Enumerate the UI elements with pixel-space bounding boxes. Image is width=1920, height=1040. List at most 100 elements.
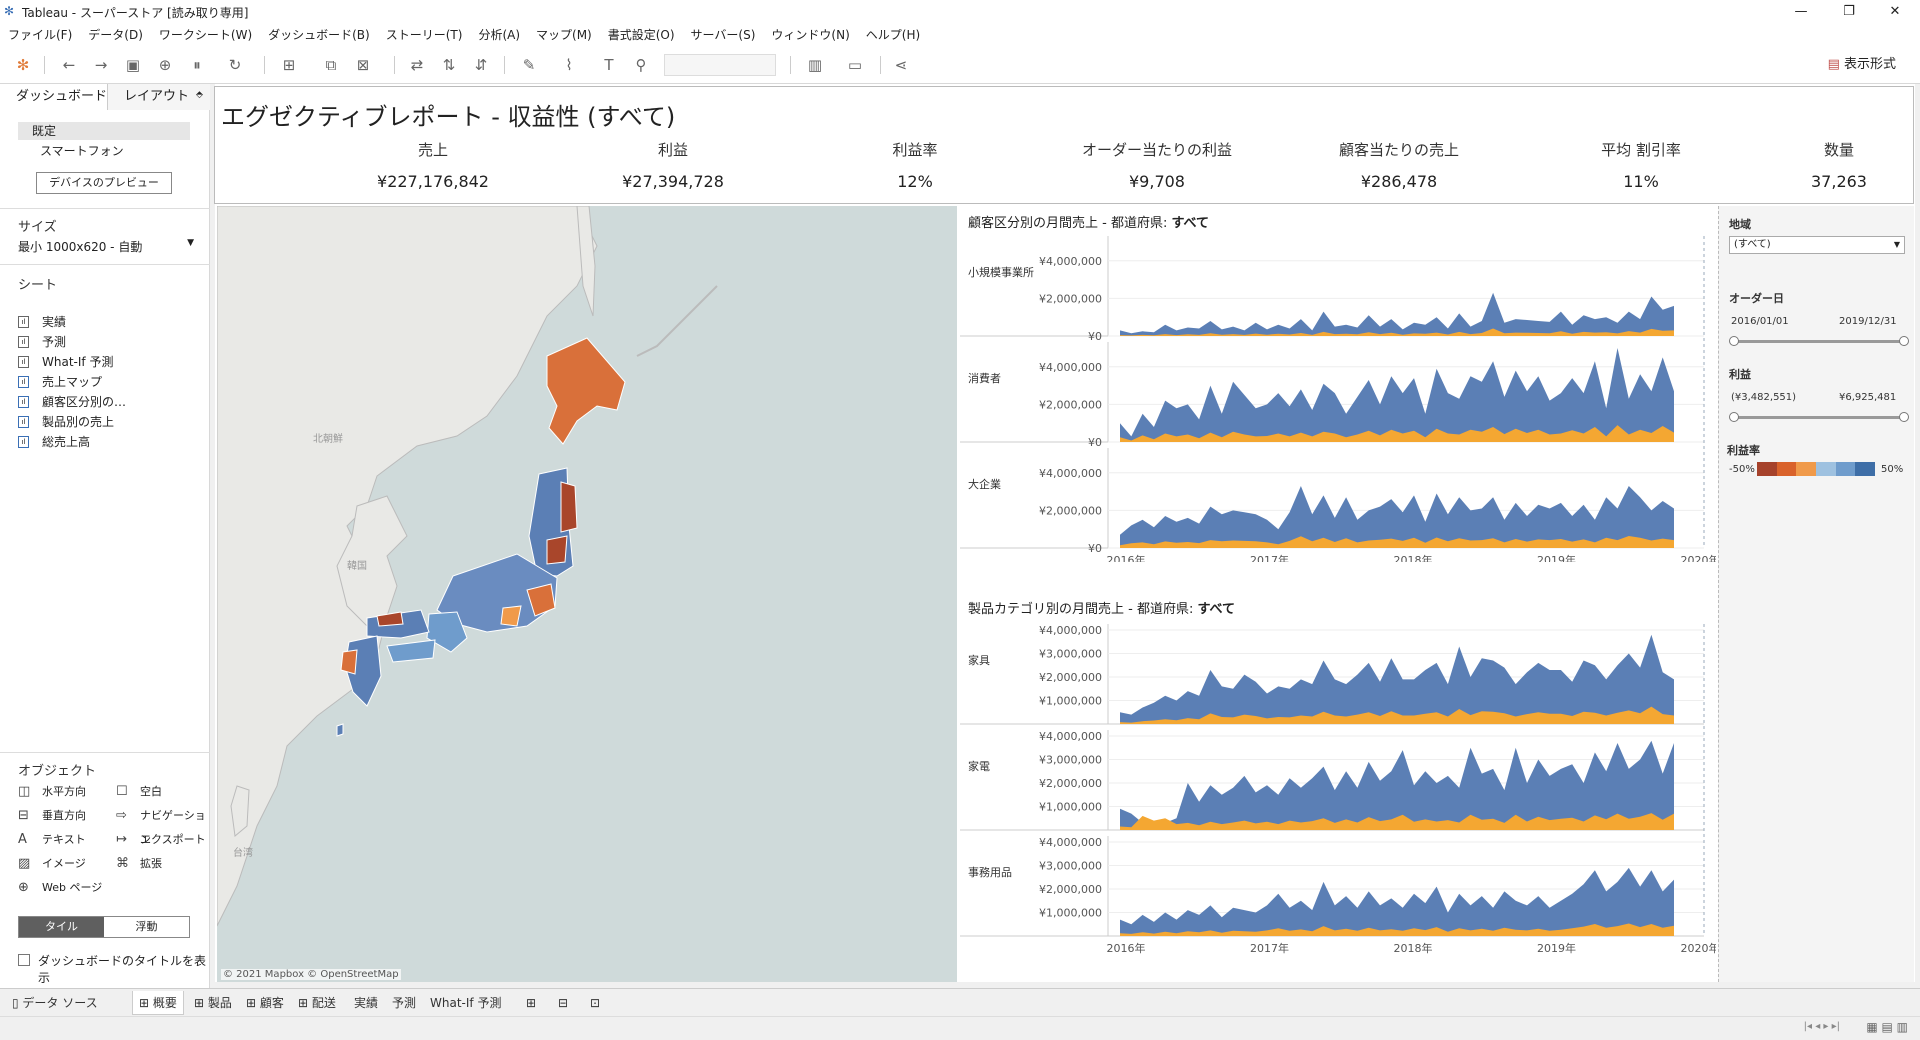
pin-icon[interactable]: ⚲ — [628, 54, 654, 76]
object-item[interactable]: A テキスト — [18, 828, 118, 852]
minimize-icon[interactable]: — — [1778, 2, 1824, 22]
presentation-mode-icon[interactable]: ▭ — [842, 54, 868, 76]
chevron-down-icon: ▼ — [187, 238, 194, 248]
segment-area-chart[interactable]: ¥4,000,000 ¥2,000,000 ¥0 小規模事業所 ¥4,000,000 ¥2… — [960, 232, 1716, 562]
sales-map[interactable]: 北朝鮮 韓国 台湾 © 2021 Mapbox © OpenStreetMap — [216, 205, 957, 982]
duplicate-sheet-icon[interactable]: ⧉ — [318, 54, 344, 76]
redo-icon[interactable]: → — [88, 54, 114, 76]
labels-icon[interactable]: T — [596, 54, 622, 76]
size-select[interactable]: 最小 1000x620 - 自動 ▼ — [18, 238, 194, 255]
menu-worksheet[interactable]: ワークシート(W) — [151, 24, 260, 46]
sort-descending-icon[interactable]: ⇵ — [468, 54, 494, 76]
object-item[interactable]: ⊕ Web ページ — [18, 876, 118, 900]
close-icon[interactable]: ✕ — [1872, 2, 1918, 22]
tab-arrow-icon[interactable]: ⬘ — [196, 90, 203, 100]
tab-what-if[interactable]: What-If 予測 — [424, 991, 507, 1015]
tab-overview[interactable]: ⊞ 概要 — [132, 991, 184, 1015]
menu-file[interactable]: ファイル(F) — [0, 24, 80, 46]
pause-updates-icon[interactable]: ⏸ — [184, 54, 210, 76]
tile-button[interactable]: タイル — [19, 917, 104, 937]
tab-products[interactable]: ⊞ 製品 — [188, 991, 238, 1015]
object-item[interactable]: ↦ エクスポート — [116, 828, 210, 852]
map-canvas[interactable]: 北朝鮮 韓国 台湾 — [216, 205, 957, 982]
tab-shipping[interactable]: ⊞ 配送 — [292, 991, 342, 1015]
profit-slider-start[interactable] — [1729, 412, 1739, 422]
new-worksheet-icon[interactable]: ⊞ — [276, 54, 302, 76]
menu-analysis[interactable]: 分析(A) — [470, 24, 528, 46]
new-story-tab-icon[interactable]: ⊡ — [584, 991, 606, 1015]
highlight-icon[interactable]: ✎ — [516, 54, 542, 76]
group-icon[interactable]: ⌇ — [556, 54, 582, 76]
share-icon[interactable]: ⋖ — [888, 54, 914, 76]
show-me-button[interactable]: ▤ 表示形式 — [1828, 54, 1896, 76]
y-tick-label: ¥1,000,000 — [1039, 801, 1102, 814]
object-item[interactable]: ⌘ 拡張 — [116, 852, 210, 876]
tableau-home-icon[interactable]: ✻ — [10, 54, 36, 76]
new-datasource-icon[interactable]: ⊕ — [152, 54, 178, 76]
order-date-slider-track[interactable] — [1733, 340, 1903, 343]
sheet-item[interactable]: ıl 売上マップ — [0, 372, 210, 392]
y-tick-label: ¥4,000,000 — [1039, 730, 1102, 743]
show-title-checkbox[interactable] — [18, 954, 30, 966]
tab-label: 配送 — [311, 996, 336, 1010]
object-item[interactable]: ⇨ ナビゲーション — [116, 804, 210, 846]
blank-icon: ☐ — [116, 784, 128, 799]
object-item[interactable]: ☐ 空白 — [116, 780, 210, 804]
view-toggle-icons[interactable]: ▦ ▤ ▥ — [1866, 1020, 1908, 1034]
menu-data[interactable]: データ(D) — [80, 24, 151, 46]
order-date-slider-start[interactable] — [1729, 336, 1739, 346]
tab-dashboard[interactable]: ダッシュボード — [0, 84, 108, 110]
size-label: サイズ — [18, 220, 57, 235]
save-icon[interactable]: ▣ — [120, 54, 146, 76]
sheet-item[interactable]: ıl 総売上高 — [0, 432, 210, 452]
sheet-item[interactable]: ıl What-If 予測 — [0, 352, 210, 372]
fit-dropdown[interactable] — [664, 54, 776, 76]
tab-layout[interactable]: レイアウト — [108, 84, 210, 110]
profit-slider-track[interactable] — [1733, 416, 1903, 419]
sheet-nav-icons[interactable]: |◂ ◂ ▸ ▸| — [1804, 1021, 1840, 1032]
sheet-item[interactable]: ıl 実績 — [0, 312, 210, 332]
menu-window[interactable]: ウィンドウ(N) — [763, 24, 857, 46]
menu-story[interactable]: ストーリー(T) — [378, 24, 471, 46]
show-me-label: 表示形式 — [1843, 57, 1896, 72]
object-item[interactable]: ◫ 水平方向 — [18, 780, 118, 804]
menu-map[interactable]: マップ(M) — [528, 24, 600, 46]
menu-format[interactable]: 書式設定(O) — [600, 24, 683, 46]
profit-min: (¥3,482,551) — [1731, 392, 1797, 403]
maximize-icon[interactable]: ❐ — [1826, 2, 1872, 22]
float-button[interactable]: 浮動 — [104, 917, 189, 937]
refresh-icon[interactable]: ↻ — [222, 54, 248, 76]
tab-customers[interactable]: ⊞ 顧客 — [240, 991, 290, 1015]
kpi-label: 売上 — [417, 141, 448, 159]
new-worksheet-tab-icon[interactable]: ⊞ — [520, 991, 542, 1015]
undo-icon[interactable]: ← — [56, 54, 82, 76]
device-default[interactable]: 既定 — [18, 122, 190, 140]
iwate — [560, 481, 578, 533]
chart-title-prefix: 製品カテゴリ別の月間売上 - 都道府県: — [968, 602, 1198, 617]
region-filter-select[interactable]: (すべて) ▼ — [1729, 236, 1905, 254]
object-item[interactable]: ⊟ 垂直方向 — [18, 804, 118, 828]
device-phone[interactable]: スマートフォン — [40, 142, 124, 160]
menu-dashboard[interactable]: ダッシュボード(B) — [260, 24, 378, 46]
tab-performance[interactable]: 実績 — [348, 991, 384, 1015]
tab-forecast[interactable]: 予測 — [386, 991, 422, 1015]
profit-slider-end[interactable] — [1899, 412, 1909, 422]
order-date-slider-end[interactable] — [1899, 336, 1909, 346]
sheet-item[interactable]: ıl 顧客区分別の… — [0, 392, 210, 412]
category-area-chart[interactable]: ¥4,000,000 ¥3,000,000 ¥2,000,000 ¥1,000,000… — [960, 618, 1716, 980]
object-label: エクスポート — [140, 833, 206, 846]
margin-color-swatch — [1757, 462, 1777, 476]
tab-data-source[interactable]: ▯ データ ソース — [6, 991, 104, 1015]
profit-max: ¥6,925,481 — [1839, 392, 1897, 403]
new-dashboard-tab-icon[interactable]: ⊟ — [552, 991, 574, 1015]
clear-sheet-icon[interactable]: ⊠ — [350, 54, 376, 76]
device-preview-button[interactable]: デバイスのプレビュー — [36, 172, 172, 194]
sheet-item[interactable]: ıl 製品別の売上 — [0, 412, 210, 432]
menu-help[interactable]: ヘルプ(H) — [858, 24, 928, 46]
show-cards-icon[interactable]: ▥ — [802, 54, 828, 76]
sort-ascending-icon[interactable]: ⇅ — [436, 54, 462, 76]
swap-icon[interactable]: ⇄ — [404, 54, 430, 76]
menu-server[interactable]: サーバー(S) — [683, 24, 764, 46]
object-item[interactable]: ▨ イメージ — [18, 852, 118, 876]
sheet-item[interactable]: ıl 予測 — [0, 332, 210, 352]
